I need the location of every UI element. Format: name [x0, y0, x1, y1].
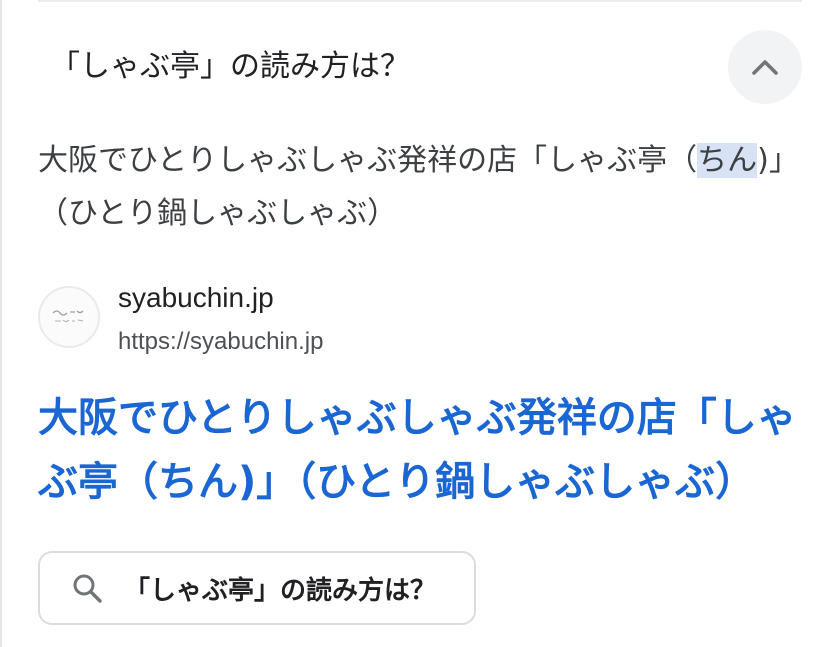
related-search-chip[interactable]: 「しゃぶ亭」の読み方は？ — [38, 551, 476, 625]
result-title-link[interactable]: 大阪でひとりしゃぶしゃぶ発祥の店「しゃぶ亭（ちん)」（ひとり鍋しゃぶしゃぶ） — [38, 386, 798, 514]
left-edge-rule — [0, 0, 2, 647]
site-logo-scrawl — [52, 310, 84, 323]
faq-question: 「しゃぶ亭」の読み方は？ — [50, 49, 410, 84]
answer-highlight: ち — [697, 143, 728, 178]
chevron-up-icon — [752, 60, 778, 75]
section-divider — [38, 0, 802, 2]
site-logo-icon — [38, 286, 100, 348]
faq-question-row[interactable]: 「しゃぶ亭」の読み方は？ — [38, 30, 802, 104]
search-chip-label: 「しゃぶ亭」の読み方は？ — [124, 575, 437, 606]
answer-highlight-continued: ん — [727, 143, 758, 178]
source-attribution[interactable]: syabuchin.jp https://syabuchin.jp — [38, 278, 738, 362]
answer-text-start: 大阪でひとりしゃぶしゃぶ発祥の店「しゃぶ亭（ — [38, 143, 698, 178]
search-icon — [70, 571, 104, 605]
faq-answer: 大阪でひとりしゃぶしゃぶ発祥の店「しゃぶ亭（ちん)」（ひとり鍋しゃぶしゃぶ） — [38, 134, 798, 240]
site-url: https://syabuchin.jp — [118, 328, 324, 355]
site-name: syabuchin.jp — [118, 282, 274, 313]
collapse-button[interactable] — [728, 30, 802, 104]
